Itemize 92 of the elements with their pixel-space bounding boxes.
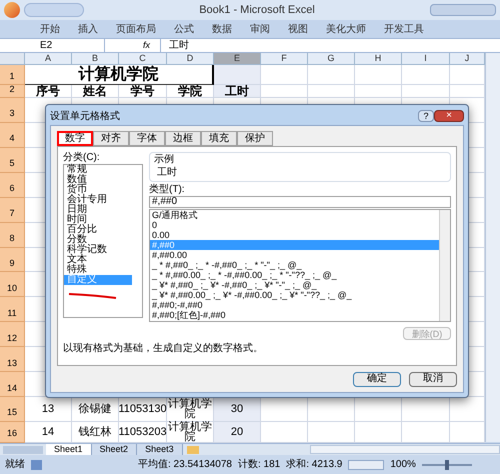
title-cell: 计算机学院 [25,65,214,85]
ribbon-tab[interactable]: 开发工具 [384,22,424,36]
dialog-tab[interactable]: 对齐 [93,131,129,146]
ribbon-tab[interactable]: 审阅 [250,22,270,36]
category-item[interactable]: 数值 [64,175,132,185]
type-label: 类型(T): [149,184,186,196]
ribbon-tab[interactable]: 公式 [174,22,194,36]
format-item[interactable]: _ * #,##0_ ;_ * -#,##0_ ;_ * "-"_ ;_ @_ [150,260,439,270]
ribbon-tab[interactable]: 视图 [288,22,308,36]
dialog-tab[interactable]: 字体 [129,131,165,146]
ribbon-tab[interactable]: 插入 [78,22,98,36]
table-cell: 序号 [25,85,72,98]
column-header[interactable]: J [450,53,485,65]
row-header[interactable]: 16 [0,422,25,443]
category-item[interactable]: 分数 [64,235,132,245]
category-item[interactable]: 百分比 [64,225,132,235]
category-item[interactable]: 常规 [64,165,132,175]
column-header[interactable]: F [261,53,308,65]
row-header[interactable]: 13 [0,347,25,372]
row-header[interactable]: 4 [0,122,25,148]
category-label: 分类(C): [63,152,101,164]
window-title: Book1 - Microsoft Excel [198,2,316,18]
row-header[interactable]: 12 [0,322,25,348]
row-header[interactable]: 14 [0,372,25,398]
name-box[interactable]: E2 [0,39,105,52]
column-header[interactable]: I [402,53,450,65]
dialog-tab[interactable]: 填充 [201,131,237,146]
table-cell: 姓名 [72,85,119,98]
format-item[interactable]: #,##0;[红色]-#,##0 [150,310,439,320]
help-button[interactable]: ? [418,110,434,122]
dialog-tab[interactable]: 边框 [165,131,201,146]
sheet-tab[interactable]: Sheet2 [92,444,138,455]
row-header[interactable]: 2 [0,85,25,98]
sheet-tab[interactable]: Sheet3 [137,444,183,455]
row-header[interactable]: 10 [0,272,25,298]
row-header[interactable]: 1 [0,65,25,85]
column-header[interactable]: A [25,53,72,65]
description-text: 以现有格式为基础，生成自定义的数字格式。 [63,343,264,355]
sample-label: 示例 [154,153,175,166]
row-header[interactable]: 9 [0,248,25,272]
cancel-button[interactable]: 取消 [409,372,457,386]
row-header[interactable]: 6 [0,172,25,198]
category-item[interactable]: 会计专用 [64,195,132,205]
row-header[interactable]: 8 [0,222,25,248]
table-cell: 20 [214,422,261,443]
format-item[interactable]: G/通用格式 [150,210,439,220]
category-item[interactable]: 日期 [64,205,132,215]
category-item[interactable]: 科学记数 [64,245,132,255]
category-item[interactable]: 特殊 [64,265,132,275]
row-header[interactable]: 15 [0,397,25,422]
row-header[interactable]: 5 [0,148,25,173]
dialog-title: 设置单元格格式 [50,110,121,124]
category-item[interactable]: 时间 [64,215,132,225]
column-header[interactable]: C [119,53,167,65]
format-item[interactable]: #,##0.00 [150,250,439,260]
zoom-level[interactable]: 100% [390,457,416,472]
column-header[interactable]: D [167,53,214,65]
ok-button[interactable]: 确定 [353,372,401,386]
average-readout: 平均值: 23.54134078 [138,458,232,472]
formula-field[interactable]: 工时 [160,39,500,52]
sheet-tab[interactable]: Sheet1 [46,444,92,455]
table-cell: 30 [214,397,261,422]
ribbon-tab[interactable]: 美化大师 [326,22,366,36]
category-item[interactable]: 文本 [64,255,132,265]
close-button[interactable]: × [434,110,464,122]
status-text: 就绪 [5,458,25,472]
format-item[interactable]: _ ¥* #,##0_ ;_ ¥* -#,##0_ ;_ ¥* "-"_ ;_ @_ [150,280,439,290]
type-field[interactable]: #,##0 [149,196,451,208]
table-cell: 学号 [119,85,167,98]
row-header[interactable]: 11 [0,297,25,322]
row-header[interactable]: 7 [0,198,25,223]
ribbon-tab[interactable]: 数据 [212,22,232,36]
dialog-tab[interactable]: 保护 [237,131,273,146]
sample-value: 工时 [156,166,178,179]
sum-readout: 求和: 4213.9 [286,458,342,472]
column-header[interactable]: E [214,53,261,65]
column-header[interactable]: G [308,53,355,65]
ribbon-tab[interactable]: 页面布局 [116,22,156,36]
column-header[interactable]: B [72,53,119,65]
format-item[interactable]: 0 [150,220,439,230]
format-item[interactable]: _ ¥* #,##0.00_ ;_ ¥* -#,##0.00_ ;_ ¥* "-"??_ ;_ @_ [150,290,439,300]
row-header[interactable]: 3 [0,98,25,123]
count-readout: 计数: 181 [238,458,280,472]
category-item[interactable]: 货币 [64,185,132,195]
dialog-tab[interactable]: 数字 [57,131,93,146]
format-item[interactable]: #,##0;-#,##0 [150,300,439,310]
fx-label: fx [143,38,150,52]
table-cell: 工时 [214,85,261,98]
ribbon-tab[interactable]: 开始 [40,22,60,36]
format-item[interactable]: 0.00 [150,230,439,240]
format-item[interactable]: _ * #,##0.00_ ;_ * -#,##0.00_ ;_ * "-"??_ ;_ @_ [150,270,439,280]
column-header[interactable]: H [355,53,402,65]
